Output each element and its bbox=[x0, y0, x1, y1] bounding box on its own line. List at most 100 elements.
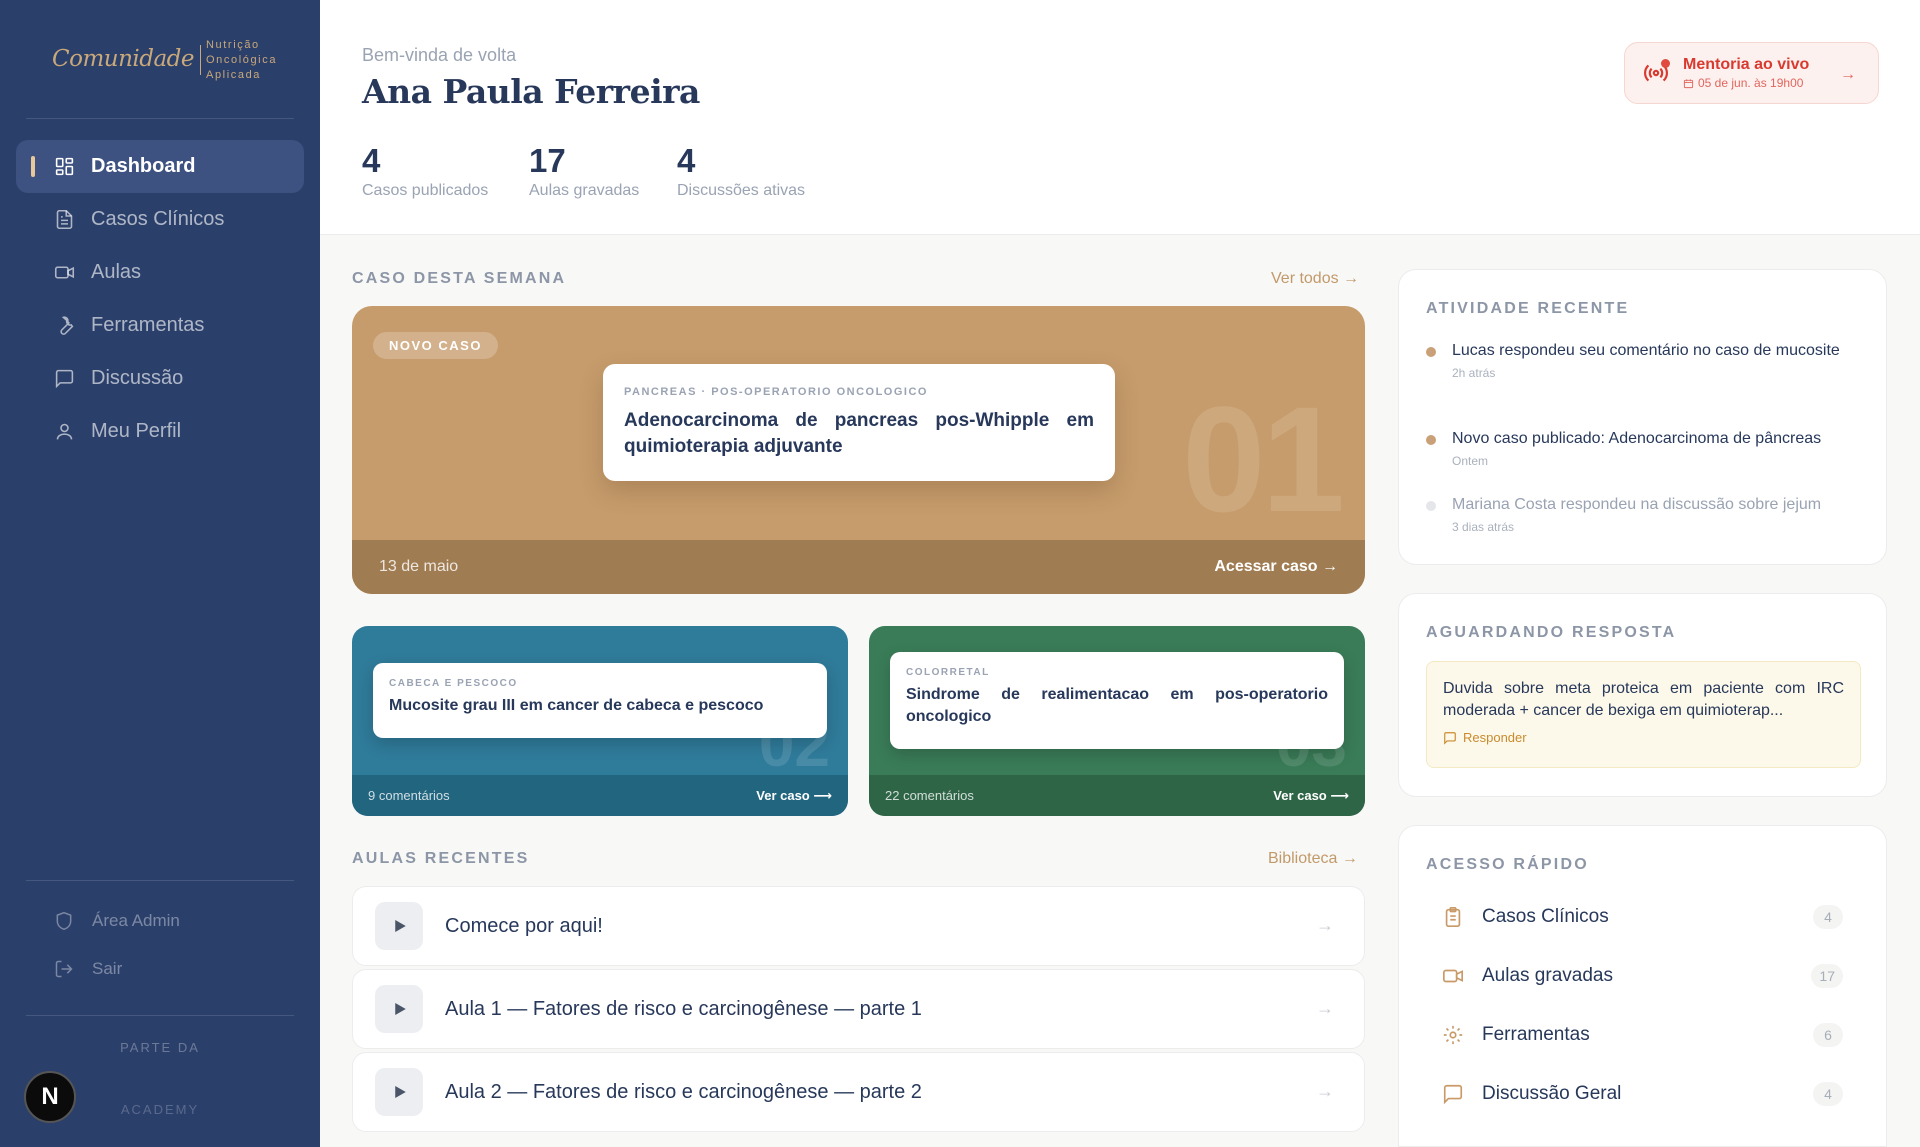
sidebar-item-label: Área Admin bbox=[92, 911, 180, 930]
sidebar-item-label: Discussão bbox=[91, 367, 184, 389]
sidebar-item-label: Meu Perfil bbox=[91, 420, 182, 442]
gear-icon bbox=[1443, 1025, 1463, 1045]
quick-item-discussao-geral[interactable]: Discussão Geral 4 bbox=[1426, 1074, 1861, 1114]
brand-logo[interactable]: Comunidade Nutrição Oncológica Aplicada bbox=[52, 32, 275, 88]
sidebar-item-sair[interactable]: Sair bbox=[54, 959, 122, 979]
sidebar-item-casos-clinicos[interactable]: Casos Clínicos bbox=[16, 193, 304, 246]
section-heading-aulas: AULAS RECENTES bbox=[352, 850, 530, 867]
quick-access-panel: ACESSO RÁPIDO Casos Clínicos 4 Aulas gra… bbox=[1398, 825, 1887, 1147]
activity-text: Mariana Costa respondeu na discussão sob… bbox=[1452, 496, 1822, 513]
activity-text: Novo caso publicado: Adenocarcinoma de p… bbox=[1452, 430, 1822, 447]
user-name: Ana Paula Ferreira bbox=[362, 72, 700, 111]
live-dot bbox=[1661, 59, 1670, 68]
quick-item-label: Aulas gravadas bbox=[1482, 965, 1613, 986]
quick-item-label: Discussão Geral bbox=[1482, 1083, 1622, 1104]
case-info: COLORRETAL Sindrome de realimentacao em … bbox=[890, 652, 1344, 749]
sidebar-item-dashboard[interactable]: Dashboard bbox=[16, 140, 304, 193]
chat-icon bbox=[1444, 731, 1456, 745]
count-badge: 4 bbox=[1813, 1082, 1843, 1106]
activity-item[interactable]: Mariana Costa respondeu na discussão sob… bbox=[1426, 494, 1861, 534]
featured-case-info: PANCREAS · POS-OPERATORIO ONCOLOGICO Ade… bbox=[603, 364, 1115, 481]
sidebar-divider bbox=[26, 118, 294, 119]
sidebar-item-aulas[interactable]: Aulas bbox=[16, 246, 304, 299]
acessar-caso-button[interactable]: Acessar caso → bbox=[1214, 558, 1338, 576]
mentoria-date: 05 de jun. às 19h00 bbox=[1683, 76, 1809, 90]
awaiting-text: Duvida sobre meta proteica em paciente c… bbox=[1443, 680, 1844, 719]
sidebar-item-area-admin[interactable]: Área Admin bbox=[54, 911, 180, 931]
ver-caso-button[interactable]: Ver caso ⟶ bbox=[756, 788, 832, 804]
section-heading-caso: CASO DESTA SEMANA bbox=[352, 270, 567, 287]
arrow-right-icon: → bbox=[1316, 998, 1334, 1018]
recent-activity-panel: ATIVIDADE RECENTE Lucas respondeu seu co… bbox=[1398, 269, 1887, 565]
case-tag: PANCREAS · POS-OPERATORIO ONCOLOGICO bbox=[624, 386, 928, 398]
panel-heading: AGUARDANDO RESPOSTA bbox=[1426, 624, 1677, 641]
count-badge: 6 bbox=[1813, 1023, 1843, 1047]
sidebar-item-meu-perfil[interactable]: Meu Perfil bbox=[16, 405, 304, 458]
case-tag: CABECA E PESCOCO bbox=[389, 678, 518, 689]
activity-time: 2h atrás bbox=[1452, 366, 1496, 380]
stat-discussoes: 4 Discussões ativas bbox=[677, 142, 805, 200]
case-card-realimentacao[interactable]: 03 COLORRETAL Sindrome de realimentacao … bbox=[869, 626, 1365, 816]
comment-count: 22 comentários bbox=[885, 788, 974, 803]
video-icon bbox=[1443, 969, 1463, 983]
user-icon bbox=[56, 423, 73, 440]
arrow-right-icon: → bbox=[1316, 915, 1334, 935]
biblioteca-link[interactable]: Biblioteca → bbox=[1268, 850, 1358, 868]
lesson-item[interactable]: Aula 2 — Fatores de risco e carcinogênes… bbox=[352, 1052, 1365, 1132]
logout-icon bbox=[55, 960, 73, 978]
ver-todos-link[interactable]: Ver todos → bbox=[1271, 270, 1359, 288]
novo-caso-badge: NOVO CASO bbox=[373, 332, 498, 359]
quick-item-aulas-gravadas[interactable]: Aulas gravadas 17 bbox=[1426, 956, 1861, 996]
case-number: 01 bbox=[1182, 375, 1345, 543]
sidebar-item-label: Ferramentas bbox=[91, 314, 205, 336]
responder-button[interactable]: Responder bbox=[1443, 730, 1844, 745]
logo-line: Oncológica bbox=[206, 53, 278, 66]
lesson-title: Comece por aqui! bbox=[445, 914, 603, 937]
sidebar-divider bbox=[26, 880, 294, 881]
featured-case-card[interactable]: 01 NOVO CASO PANCREAS · POS-OPERATORIO O… bbox=[352, 306, 1365, 594]
awaiting-item[interactable]: Duvida sobre meta proteica em paciente c… bbox=[1426, 661, 1861, 768]
quick-item-label: Ferramentas bbox=[1482, 1024, 1590, 1045]
sidebar-item-ferramentas[interactable]: Ferramentas bbox=[16, 299, 304, 352]
n-logo-badge[interactable]: N bbox=[24, 1071, 76, 1123]
stat-value: 17 bbox=[529, 142, 566, 179]
sidebar-item-discussao[interactable]: Discussão bbox=[16, 352, 304, 405]
mentoria-button[interactable]: Mentoria ao vivo 05 de jun. às 19h00 → bbox=[1624, 42, 1879, 104]
arrow-right-icon: → bbox=[1840, 66, 1856, 83]
chat-icon bbox=[1443, 1084, 1463, 1105]
dashboard-grid-icon bbox=[55, 157, 74, 176]
activity-dot bbox=[1426, 435, 1436, 445]
logo-subtitle: Nutrição Oncológica Aplicada bbox=[201, 38, 277, 83]
panel-heading: ACESSO RÁPIDO bbox=[1426, 856, 1589, 873]
activity-item[interactable]: Lucas respondeu seu comentário no caso d… bbox=[1426, 340, 1861, 380]
case-card-mucosite[interactable]: 02 CABECA E PESCOCO Mucosite grau III em… bbox=[352, 626, 848, 816]
activity-text: Lucas respondeu seu comentário no caso d… bbox=[1452, 342, 1840, 359]
quick-item-ferramentas[interactable]: Ferramentas 6 bbox=[1426, 1015, 1861, 1055]
ver-caso-button[interactable]: Ver caso ⟶ bbox=[1273, 788, 1349, 804]
wrench-icon bbox=[60, 316, 74, 335]
stat-label: Aulas gravadas bbox=[529, 182, 640, 199]
sidebar-nav: Dashboard Casos Clínicos Aulas Ferrament… bbox=[16, 140, 304, 458]
sidebar-item-label: Dashboard bbox=[91, 155, 196, 177]
stat-value: 4 bbox=[362, 142, 381, 179]
chat-icon bbox=[55, 369, 74, 389]
stat-label: Casos publicados bbox=[362, 182, 489, 199]
arrow-right-icon: → bbox=[1316, 1081, 1334, 1101]
quick-item-casos-clinicos[interactable]: Casos Clínicos 4 bbox=[1426, 897, 1861, 937]
video-icon bbox=[54, 266, 75, 279]
play-icon bbox=[375, 985, 423, 1033]
activity-item[interactable]: Novo caso publicado: Adenocarcinoma de p… bbox=[1426, 428, 1861, 468]
responder-label: Responder bbox=[1463, 730, 1527, 745]
activity-time: 3 dias atrás bbox=[1452, 520, 1515, 534]
case-footer: 22 comentários Ver caso ⟶ bbox=[869, 775, 1365, 816]
count-badge: 17 bbox=[1811, 964, 1843, 988]
logo-line: Aplicada bbox=[206, 68, 262, 81]
broadcast-icon bbox=[1643, 59, 1670, 86]
lesson-title: Aula 1 — Fatores de risco e carcinogênes… bbox=[445, 997, 922, 1020]
lesson-item[interactable]: Aula 1 — Fatores de risco e carcinogênes… bbox=[352, 969, 1365, 1049]
lesson-item[interactable]: Comece por aqui! → bbox=[352, 886, 1365, 966]
case-title: Sindrome de realimentacao em pos-operato… bbox=[906, 686, 1328, 725]
case-title: Adenocarcinoma de pancreas pos-Whipple e… bbox=[624, 410, 1094, 457]
panel-heading: ATIVIDADE RECENTE bbox=[1426, 300, 1630, 317]
play-icon bbox=[375, 902, 423, 950]
